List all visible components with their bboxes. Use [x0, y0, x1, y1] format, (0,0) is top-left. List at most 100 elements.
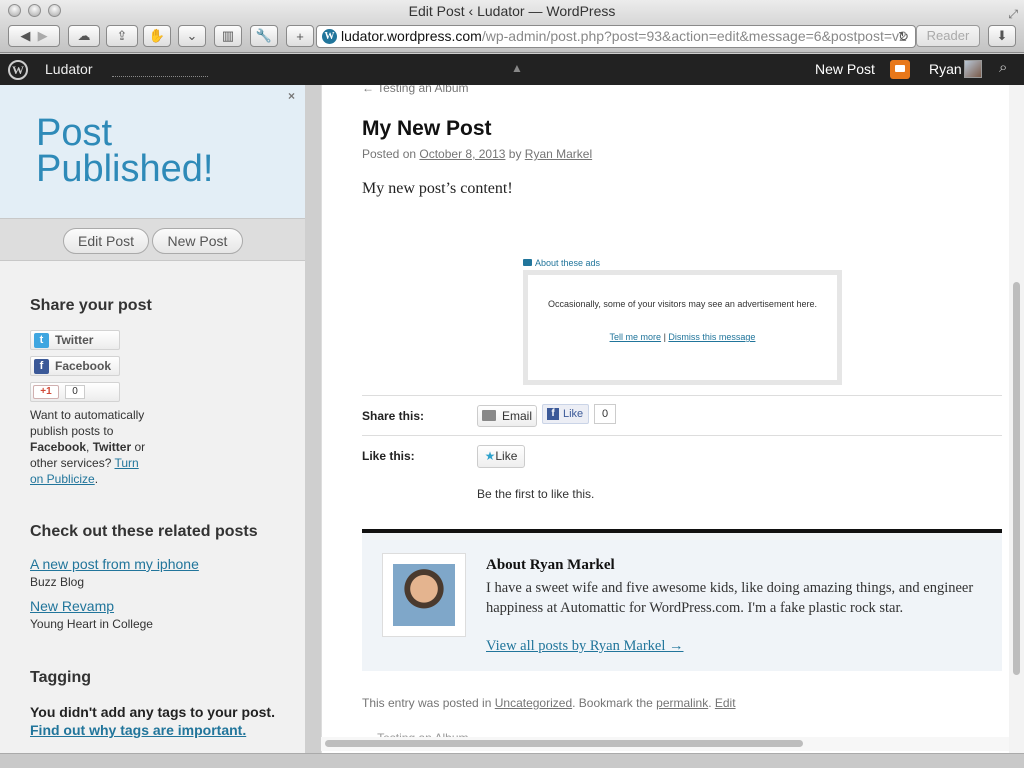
window-titlebar: Edit Post ‹ Ludator — WordPress ⤢ [0, 0, 1024, 22]
reload-icon[interactable]: ↻ [898, 26, 909, 47]
downloads-button[interactable]: ⬇ [988, 25, 1016, 47]
user-avatar[interactable] [964, 60, 982, 78]
post-content: My new post’s content! [362, 180, 513, 197]
about-ads-link[interactable]: About these ads [523, 258, 600, 268]
close-icon[interactable]: × [288, 89, 295, 103]
sidebar-button[interactable]: ▥ [214, 25, 242, 47]
by-text: by [505, 147, 525, 161]
facebook-like-button[interactable]: f Like [542, 404, 589, 424]
facebook-icon: f [34, 359, 49, 374]
like-button-label: Like [495, 449, 518, 463]
status-bar [0, 753, 1024, 768]
permalink-link[interactable]: permalink [656, 696, 708, 710]
twitter-label: Twitter [55, 333, 94, 347]
email-share-button[interactable]: Email [477, 405, 537, 427]
gplus-share-button[interactable]: +1 0 [30, 382, 120, 402]
previous-post-link[interactable]: ← Testing an Album [362, 85, 469, 95]
related-post-link[interactable]: New Revamp [30, 598, 114, 614]
reader-button[interactable]: Reader [916, 25, 980, 47]
admin-bar: W Ludator ▲ New Post Ryan ⌕ [0, 54, 1024, 85]
admin-bar-search-field[interactable] [112, 62, 208, 77]
like-this-label: Like this: [362, 449, 415, 463]
collapse-toggle-icon[interactable]: ▲ [511, 61, 523, 75]
new-tab-button[interactable]: + [286, 25, 314, 47]
tagging-text: You didn't add any tags to your post. [30, 704, 275, 720]
share-icon: ⇪ [116, 28, 128, 43]
post-title: My New Post [362, 117, 492, 140]
window-title: Edit Post ‹ Ludator — WordPress [408, 3, 616, 19]
browser-toolbar: ◀ ▶ ☁ ⇪ ✋ ⌄ ▥ 🔧 + W ludator.wordpress.co… [0, 22, 1024, 53]
facebook-like-count: 0 [594, 404, 616, 424]
facebook-share-button[interactable]: f Facebook [30, 356, 120, 376]
minimize-window-icon[interactable] [28, 4, 41, 17]
published-title-line2: Published! [36, 148, 214, 190]
tell-me-more-link[interactable]: Tell me more [610, 332, 662, 342]
url-path: /wp-admin/post.php?post=93&action=edit&m… [481, 28, 907, 44]
notifications-icon[interactable] [890, 60, 910, 79]
share-this-label: Share this: [362, 409, 425, 423]
horizontal-scrollbar[interactable] [321, 737, 1009, 751]
tools-button[interactable]: 🔧 [250, 25, 278, 47]
ad-placeholder: Occasionally, some of your visitors may … [523, 270, 842, 385]
user-name-link[interactable]: Ryan [929, 61, 962, 77]
pocket-button[interactable]: ⌄ [178, 25, 206, 47]
speech-bubble-icon [523, 259, 532, 266]
new-post-button[interactable]: New Post [152, 228, 243, 254]
tags-important-link[interactable]: Find out why tags are important. [30, 722, 246, 738]
share-heading: Share your post [30, 297, 152, 314]
site-name-link[interactable]: Ludator [45, 61, 92, 77]
extension-button[interactable]: ✋ [143, 25, 171, 47]
published-actions: Edit Post New Post [0, 218, 305, 261]
close-window-icon[interactable] [8, 4, 21, 17]
post-date-link[interactable]: October 8, 2013 [419, 147, 505, 161]
first-like-text: Be the first to like this. [477, 487, 595, 501]
back-forward-buttons[interactable]: ◀ ▶ [8, 25, 60, 47]
admin-new-post-link[interactable]: New Post [815, 61, 875, 77]
post-author-link[interactable]: Ryan Markel [525, 147, 592, 161]
published-banner: × Post Published! [0, 85, 305, 218]
view-all-posts-link[interactable]: View all posts by Ryan Markel → [486, 638, 684, 655]
share-button[interactable]: ⇪ [106, 25, 138, 47]
address-bar[interactable]: W ludator.wordpress.com/wp-admin/post.ph… [316, 25, 916, 48]
email-label: Email [502, 409, 533, 423]
publicize-text: Want to automatically publish posts to F… [30, 407, 155, 487]
wordpress-favicon-icon: W [322, 29, 337, 44]
cloud-icon: ☁ [77, 28, 91, 43]
like-button[interactable]: ★Like [477, 445, 525, 468]
author-bio: I have a sweet wife and five awesome kid… [486, 580, 974, 616]
author-avatar [382, 553, 466, 637]
plus-icon: + [296, 28, 304, 44]
category-link[interactable]: Uncategorized [495, 696, 572, 710]
footer-text-2: . Bookmark the [572, 696, 657, 710]
horizontal-scroll-thumb[interactable] [325, 740, 803, 747]
published-title-line1: Post [36, 112, 113, 154]
edit-post-button[interactable]: Edit Post [63, 228, 149, 254]
vertical-scrollbar[interactable] [1009, 85, 1024, 753]
shield-icon: ✋ [148, 28, 166, 43]
publicize-twitter: Twitter [92, 440, 132, 454]
post-meta: Posted on October 8, 2013 by Ryan Markel [362, 147, 592, 161]
edit-link[interactable]: Edit [715, 696, 736, 710]
dismiss-message-link[interactable]: Dismiss this message [668, 332, 755, 342]
publicize-text-1: Want to automatically publish posts to [30, 408, 145, 438]
about-ads-label: About these ads [535, 258, 601, 268]
wrench-icon: 🔧 [255, 28, 273, 43]
vertical-scroll-thumb[interactable] [1013, 282, 1020, 675]
fb-like-label: Like [563, 408, 584, 420]
zoom-window-icon[interactable] [48, 4, 61, 17]
related-post-link[interactable]: A new post from my iphone [30, 556, 199, 572]
author-photo [393, 564, 455, 626]
entry-footer: This entry was posted in Uncategorized. … [362, 696, 736, 710]
ad-message: Occasionally, some of your visitors may … [548, 299, 817, 309]
icloud-tabs-button[interactable]: ☁ [68, 25, 100, 47]
twitter-share-button[interactable]: t Twitter [30, 330, 120, 350]
back-icon[interactable]: ◀ [20, 28, 30, 44]
published-title: Post Published! [36, 112, 214, 190]
forward-icon[interactable]: ▶ [38, 28, 48, 44]
twitter-icon: t [34, 333, 49, 348]
post-preview: ← Testing an Album My New Post Posted on… [321, 85, 1009, 753]
divider [362, 435, 1002, 436]
search-icon[interactable]: ⌕ [999, 59, 1007, 76]
footer-text-1: This entry was posted in [362, 696, 495, 710]
wordpress-logo-icon[interactable]: W [8, 60, 28, 80]
